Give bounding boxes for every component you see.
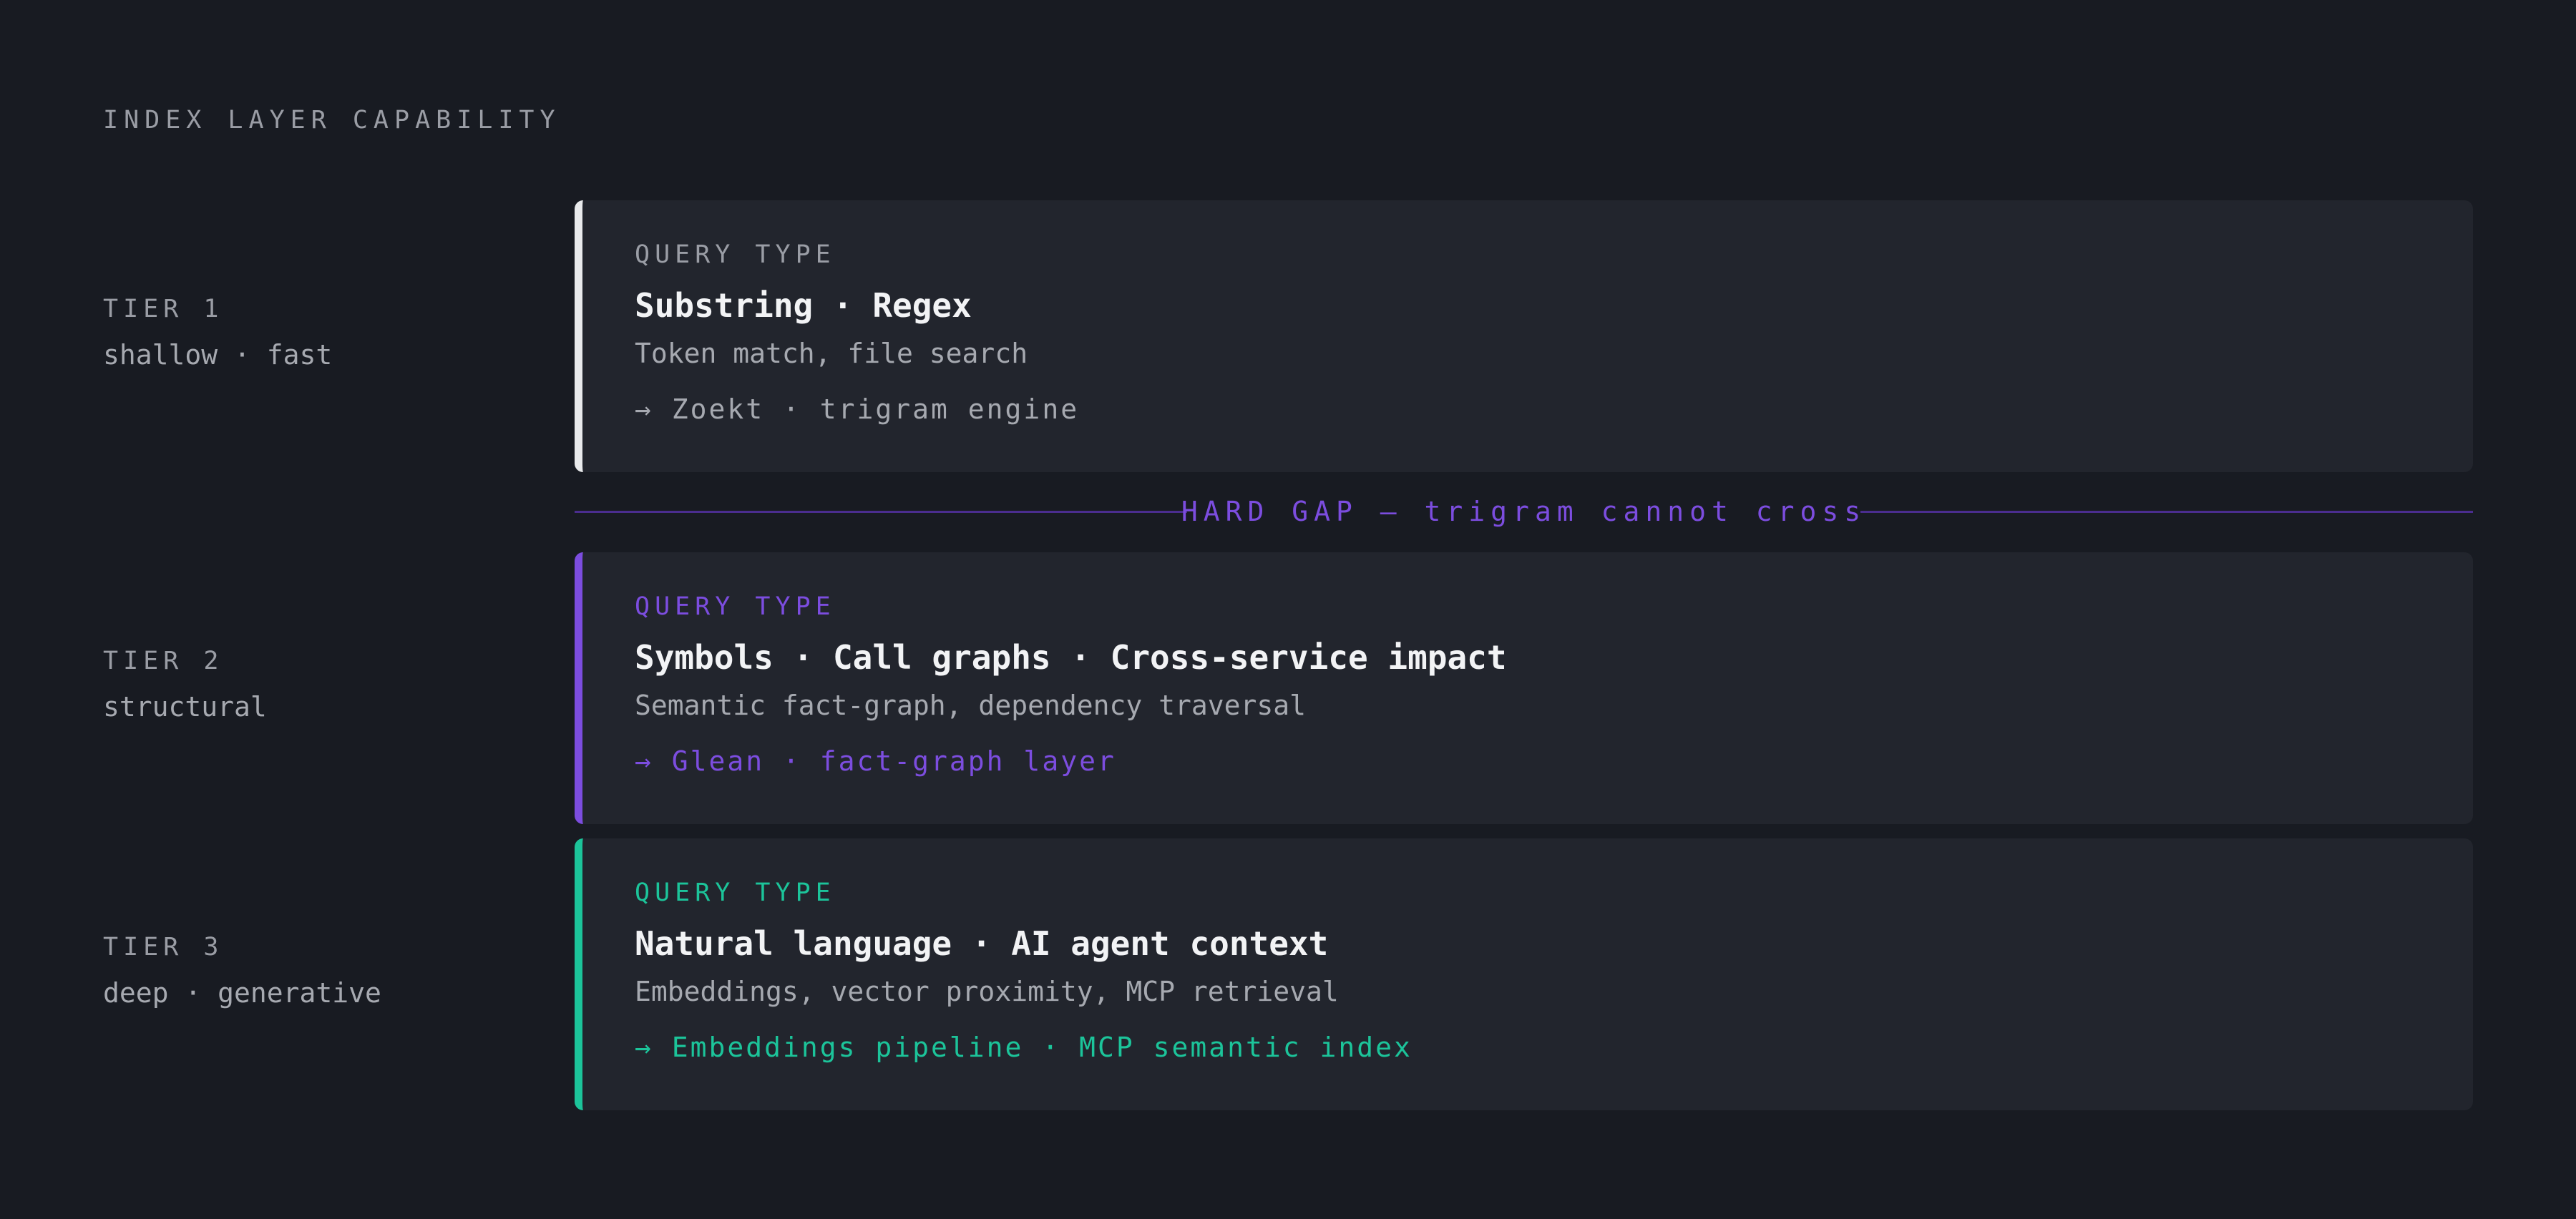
tier-2-label: TIER 2 structural [103, 645, 267, 724]
tier-desc: shallow · fast [103, 339, 333, 371]
tier-name: TIER 3 [103, 933, 224, 961]
query-type-label: QUERY TYPE [635, 240, 836, 269]
query-type-title: Natural language · AI agent context [635, 924, 1329, 963]
tier-name: TIER 1 [103, 295, 224, 323]
query-type-desc: Token match, file search [635, 338, 1028, 369]
engine-label: → Zoekt · trigram engine [635, 393, 1080, 425]
engine-label: → Glean · fact-graph layer [635, 745, 1116, 777]
tier-desc: deep · generative [103, 977, 381, 1009]
tier-3-card: QUERY TYPE Natural language · AI agent c… [575, 838, 2473, 1110]
tier-name: TIER 2 [103, 647, 224, 675]
tier-1-label: TIER 1 shallow · fast [103, 293, 332, 372]
query-type-desc: Embeddings, vector proximity, MCP retrie… [635, 976, 1339, 1007]
tier-3-label: TIER 3 deep · generative [103, 931, 381, 1010]
tier-1-card: QUERY TYPE Substring · Regex Token match… [575, 200, 2473, 472]
hard-gap-label: HARD GAP — trigram cannot cross [1181, 496, 1867, 527]
query-type-title: Symbols · Call graphs · Cross-service im… [635, 638, 1507, 677]
query-type-title: Substring · Regex [635, 286, 972, 325]
query-type-desc: Semantic fact-graph, dependency traversa… [635, 690, 1306, 721]
tier-2-card: QUERY TYPE Symbols · Call graphs · Cross… [575, 552, 2473, 824]
engine-label: → Embeddings pipeline · MCP semantic ind… [635, 1032, 1413, 1063]
hard-gap-divider: HARD GAP — trigram cannot cross [575, 494, 2473, 529]
tier-desc: structural [103, 691, 267, 723]
query-type-label: QUERY TYPE [635, 592, 836, 621]
query-type-label: QUERY TYPE [635, 878, 836, 907]
page-title: INDEX LAYER CAPABILITY [103, 106, 561, 134]
